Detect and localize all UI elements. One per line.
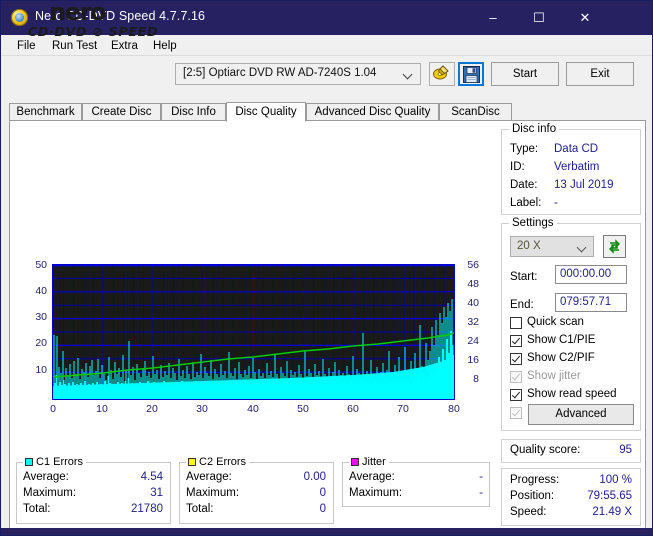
disc-id-value: Verbatim: [554, 161, 600, 173]
quality-score-value: 95: [619, 444, 632, 456]
settings-group: Settings 20 X Start: 000:00.00 End: 079:…: [501, 217, 641, 431]
refresh-speed-button[interactable]: [603, 235, 626, 258]
disc-id-label: ID:: [510, 161, 525, 173]
c1-errors-chart: 50 40 30 20 10 56 48 40 32 24 16 8 0 10 …: [11, 129, 496, 415]
advanced-button[interactable]: Advanced: [528, 404, 634, 425]
checkbox-box: [510, 317, 522, 329]
c2-errors-stats: C2 Errors Average: 0.00 Maximum: 0 Total…: [179, 456, 334, 524]
tab-advanced-disc-quality[interactable]: Advanced Disc Quality: [306, 103, 439, 121]
scan-speed-value: 20 X: [517, 240, 541, 252]
checkbox-label: Quick scan: [527, 316, 584, 328]
c1-color-swatch: [25, 458, 33, 466]
quality-score-label: Quality score:: [510, 444, 581, 456]
checkbox-box: [510, 389, 522, 401]
settings-title: Settings: [509, 217, 557, 229]
nero-cd-dvd-speed-window: Nero CD-DVD Speed 4.7.7.16 – ☐ ✕ File Ru…: [0, 0, 653, 536]
save-floppy-icon: [463, 66, 480, 83]
disc-info-group: Disc info Type: Data CD ID: Verbatim Dat…: [501, 123, 641, 215]
chevron-down-icon: [404, 71, 412, 76]
c2-average-label: Average:: [186, 471, 232, 483]
c1-average-value: 4.54: [140, 471, 163, 483]
exit-button[interactable]: Exit: [566, 62, 634, 86]
start-position-label: Start:: [510, 271, 538, 283]
logo-subtitle: CD·DVD ⊘ SPEED: [27, 24, 159, 39]
checkbox-box: [510, 407, 522, 419]
c2-total-value: 0: [319, 503, 326, 515]
disc-label-label: Label:: [510, 197, 542, 209]
checkbox-box: [510, 353, 522, 365]
erase-disc-button[interactable]: [429, 62, 455, 86]
drive-select-value: [2:5] Optiarc DVD RW AD-7240S 1.04: [183, 67, 377, 79]
jitter-average-label: Average:: [349, 471, 395, 483]
checkbox-label: Show jitter: [527, 370, 581, 382]
speed-label: Speed:: [510, 506, 547, 518]
disc-type-label: Type:: [510, 143, 539, 155]
jitter-stats-title: Jitter: [349, 456, 389, 468]
checkbox-label: Show C2/PIF: [527, 352, 595, 364]
jitter-maximum-label: Maximum:: [349, 487, 403, 499]
app-icon: [11, 9, 28, 26]
position-label: Position:: [510, 490, 555, 502]
disc-info-title: Disc info: [509, 123, 560, 135]
tab-disc-info[interactable]: Disc Info: [161, 103, 226, 121]
jitter-color-swatch: [351, 458, 359, 466]
maximize-button[interactable]: ☐: [516, 1, 562, 34]
save-results-button[interactable]: [458, 62, 484, 86]
c1-errors-stats: C1 Errors Average: 4.54 Maximum: 31 Tota…: [16, 456, 171, 524]
minimize-button[interactable]: –: [470, 1, 516, 34]
c1-errors-stats-title: C1 Errors: [23, 456, 87, 468]
c2-average-value: 0.00: [303, 471, 326, 483]
end-position-label: End:: [510, 299, 534, 311]
c2-errors-stats-title: C2 Errors: [186, 456, 250, 468]
tab-create-disc[interactable]: Create Disc: [82, 103, 161, 121]
drive-select[interactable]: [2:5] Optiarc DVD RW AD-7240S 1.04: [175, 63, 421, 85]
c1-ytick-50: 50: [35, 259, 47, 271]
tab-benchmark[interactable]: Benchmark: [9, 103, 82, 121]
c1-maximum-value: 31: [150, 487, 163, 499]
tab-disc-quality[interactable]: Disc Quality: [226, 102, 306, 122]
c2-maximum-value: 0: [319, 487, 326, 499]
checkbox-box: [510, 371, 522, 383]
disc-type-value: Data CD: [554, 143, 599, 155]
checkbox-label: Show read speed: [527, 388, 617, 400]
bottom-strip: [1, 528, 652, 535]
logo-wordmark: nero: [49, 0, 106, 26]
progress-value: 100 %: [599, 474, 632, 486]
jitter-average-value: -: [479, 471, 483, 483]
position-value: 79:55.65: [587, 490, 632, 502]
c1-maximum-label: Maximum:: [23, 487, 77, 499]
c1-y2tick-48: 48: [467, 278, 479, 290]
progress-label: Progress:: [510, 474, 560, 486]
jitter-stats: Jitter Average: - Maximum: -: [342, 456, 490, 507]
start-position-field[interactable]: 000:00.00: [555, 265, 627, 284]
chevron-down-icon: [576, 242, 587, 253]
c2-maximum-label: Maximum:: [186, 487, 240, 499]
checkbox-box: [510, 335, 522, 347]
disc-date-value: 13 Jul 2019: [554, 179, 614, 191]
end-position-field[interactable]: 079:57.71: [555, 293, 627, 312]
tab-strip: Benchmark Create Disc Disc Info Disc Qua…: [9, 102, 646, 122]
scan-speed-select[interactable]: 20 X: [510, 236, 594, 257]
close-button[interactable]: ✕: [562, 1, 608, 34]
refresh-speed-icon: [609, 239, 620, 254]
disc-label-value: -: [554, 197, 558, 209]
disc-date-label: Date:: [510, 179, 538, 191]
c1-total-value: 21780: [131, 503, 163, 515]
c1-average-label: Average:: [23, 471, 69, 483]
checkbox-label: Show C1/PIE: [527, 334, 596, 346]
nero-logo: nero CD·DVD ⊘ SPEED: [27, 0, 179, 44]
erase-disc-icon: [433, 65, 449, 80]
start-button[interactable]: Start: [491, 62, 559, 86]
quality-score-group: Quality score: 95: [501, 439, 641, 463]
c1-y2tick-56: 56: [467, 259, 479, 271]
tab-scandisc[interactable]: ScanDisc: [439, 103, 512, 121]
jitter-maximum-value: -: [479, 487, 483, 499]
progress-group: Progress: 100 % Position: 79:55.65 Speed…: [501, 468, 641, 526]
c2-color-swatch: [188, 458, 196, 466]
c1-total-label: Total:: [23, 503, 51, 515]
c2-total-label: Total:: [186, 503, 214, 515]
c2-errors-chart: 10 8 6 4 2: [11, 293, 496, 453]
speed-value: 21.49 X: [592, 506, 632, 518]
